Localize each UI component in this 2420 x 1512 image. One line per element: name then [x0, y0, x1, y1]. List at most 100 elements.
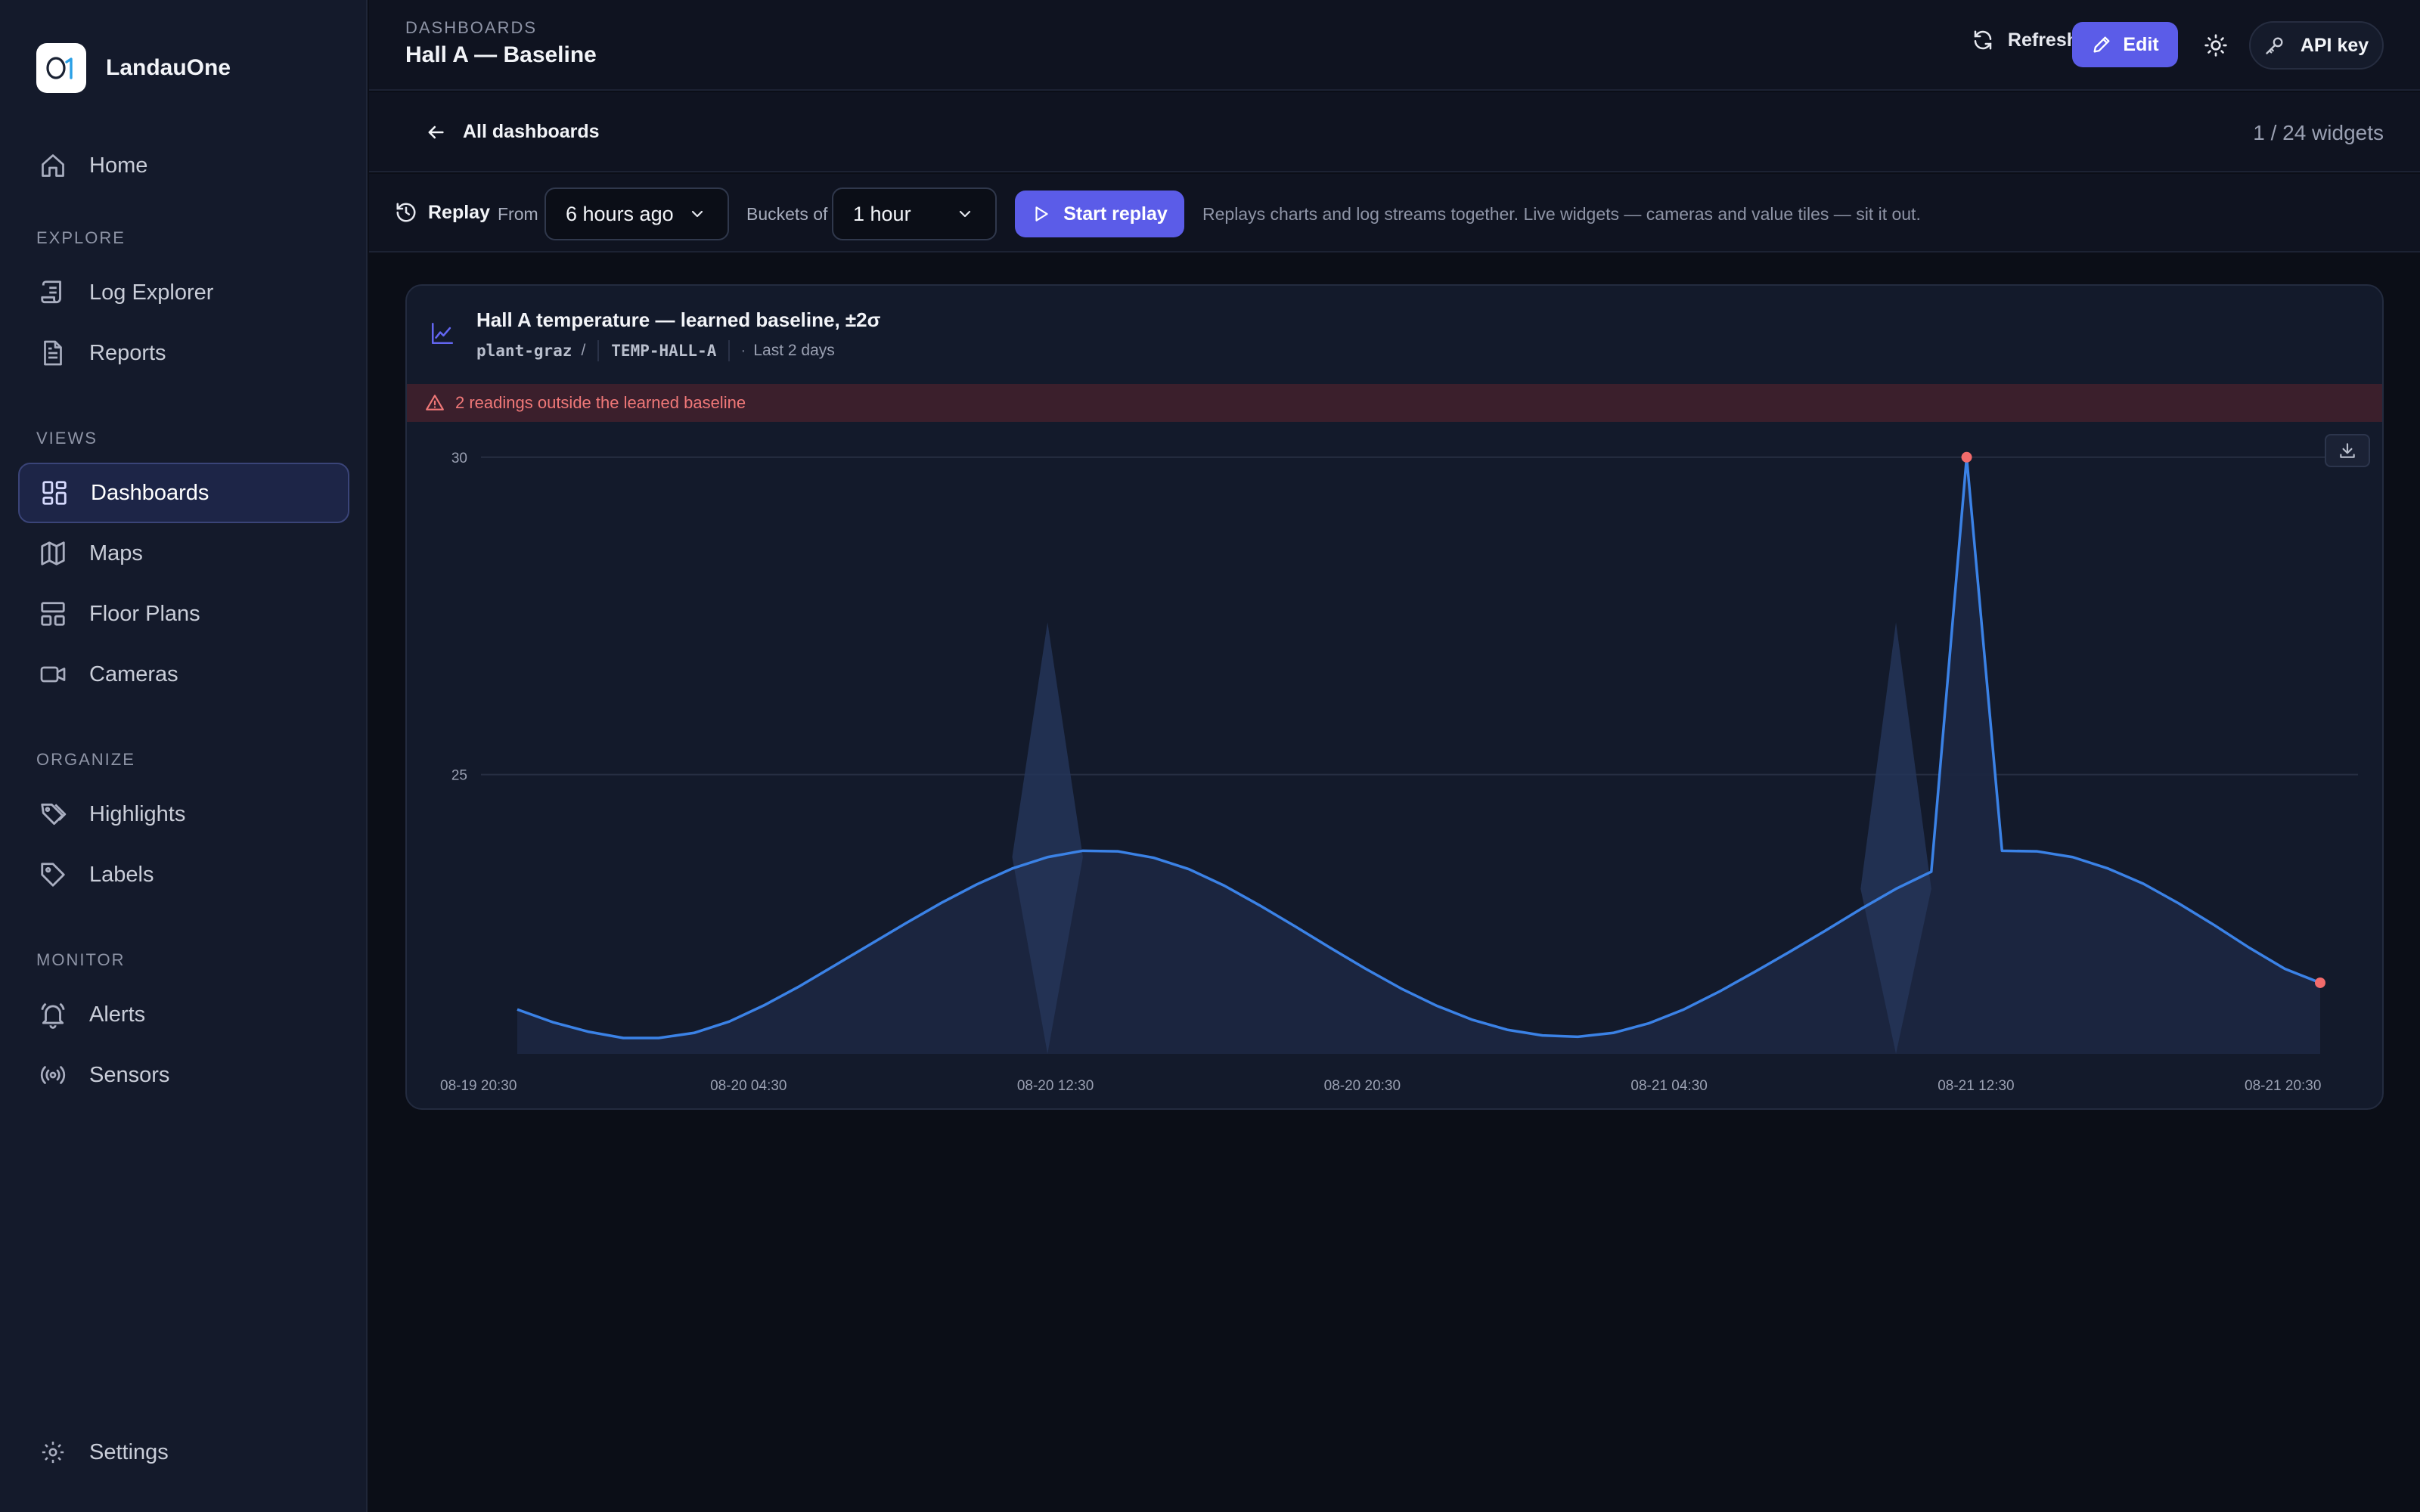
- sidebar-item-dashboards[interactable]: Dashboards: [18, 463, 349, 523]
- x-tick-label: 08-20 20:30: [1324, 1078, 1401, 1094]
- widget-title: Hall A temperature — learned baseline, ±…: [476, 308, 881, 331]
- chevron-down-icon: [959, 210, 971, 218]
- sidebar-item-label: Cameras: [89, 662, 178, 686]
- edit-label: Edit: [2123, 33, 2159, 55]
- sidebar-item-highlights[interactable]: Highlights: [18, 784, 349, 844]
- key-icon: [2266, 37, 2283, 54]
- warning-icon: [426, 395, 444, 411]
- dashboard-icon: [38, 476, 71, 510]
- sidebar-item-alerts[interactable]: Alerts: [18, 984, 349, 1045]
- report-icon: [36, 336, 70, 370]
- edit-button[interactable]: Edit: [2072, 22, 2178, 67]
- baseline-alert-text: 2 readings outside the learned baseline: [455, 393, 746, 412]
- anomaly-point: [1961, 451, 1972, 463]
- sidebar-item-label: Labels: [89, 862, 154, 887]
- replay-hint: Replays charts and log streams together.…: [1202, 204, 1921, 224]
- sidebar: LandauOne Home EXPLORE Log Explorer Repo…: [0, 0, 368, 1512]
- brand-name: LandauOne: [106, 55, 231, 80]
- x-tick-label: 08-21 12:30: [1938, 1078, 2014, 1094]
- refresh-button[interactable]: Refresh: [1972, 29, 2078, 51]
- home-icon: [36, 149, 70, 182]
- refresh-label: Refresh: [2007, 29, 2078, 51]
- widget-meta: plant-graz / TEMP-HALL-A · Last 2 days: [476, 340, 835, 361]
- replay-label-text: Replay: [428, 201, 490, 223]
- buckets-select-value: 1 hour: [853, 202, 911, 225]
- replay-label: Replay: [395, 201, 490, 224]
- sidebar-item-label: Floor Plans: [89, 601, 200, 626]
- gear-icon: [36, 1436, 70, 1469]
- play-icon: [1035, 206, 1048, 222]
- sidebar-item-label: Log Explorer: [89, 280, 214, 305]
- from-label: From: [498, 204, 538, 224]
- start-replay-label: Start replay: [1063, 203, 1168, 225]
- api-key-label: API key: [2300, 34, 2369, 56]
- x-tick-label: 08-19 20:30: [440, 1078, 517, 1094]
- sidebar-item-settings[interactable]: Settings: [18, 1422, 349, 1483]
- sidebar-item-home[interactable]: Home: [18, 135, 349, 196]
- sidebar-item-label: Home: [89, 153, 148, 178]
- widget-count: 1 / 24 widgets: [2253, 121, 2384, 144]
- y-tick-label: 30: [451, 451, 467, 466]
- pencil-icon: [2093, 36, 2110, 53]
- widget-source: plant-graz: [476, 342, 572, 360]
- sidebar-item-maps[interactable]: Maps: [18, 523, 349, 584]
- sidebar-item-sensors[interactable]: Sensors: [18, 1045, 349, 1105]
- sidebar-item-label: Settings: [89, 1439, 169, 1464]
- sensor-icon: [36, 1058, 70, 1092]
- sidebar-item-label: Reports: [89, 340, 166, 365]
- temperature-chart: 25 30 08-19 20:30 08-20 04:30 08-20 12:30 08-…: [440, 451, 2358, 1094]
- sidebar-item-labels[interactable]: Labels: [18, 844, 349, 905]
- tags-icon: [36, 798, 70, 831]
- start-replay-button[interactable]: Start replay: [1015, 191, 1184, 237]
- sidebar-item-floor-plans[interactable]: Floor Plans: [18, 584, 349, 644]
- sidebar-item-label: Alerts: [89, 1002, 146, 1027]
- from-select[interactable]: 6 hours ago: [544, 187, 729, 240]
- all-dashboards-link[interactable]: All dashboards: [425, 121, 600, 143]
- x-tick-label: 08-21 04:30: [1630, 1078, 1707, 1094]
- widget-range: Last 2 days: [753, 342, 835, 359]
- sidebar-item-log-explorer[interactable]: Log Explorer: [18, 262, 349, 323]
- widget-range-separator: ·: [740, 342, 746, 359]
- download-button[interactable]: [2325, 434, 2370, 467]
- replay-toolbar: Replay From 6 hours ago Buckets of 1 hou…: [369, 174, 2420, 253]
- x-tick-label: 08-21 20:30: [2245, 1078, 2321, 1094]
- sidebar-item-cameras[interactable]: Cameras: [18, 644, 349, 705]
- sidebar-item-label: Sensors: [89, 1062, 170, 1087]
- all-dashboards-label: All dashboards: [463, 121, 600, 142]
- sidebar-item-label: Dashboards: [91, 480, 209, 505]
- from-select-value: 6 hours ago: [566, 202, 674, 225]
- arrow-left-icon: [428, 125, 444, 138]
- sun-icon: [2204, 34, 2227, 57]
- top-header: DASHBOARDS Hall A — Baseline Refresh Edi…: [369, 0, 2420, 91]
- buckets-select[interactable]: 1 hour: [832, 187, 997, 240]
- api-key-button[interactable]: API key: [2249, 21, 2384, 70]
- brand-logo: [36, 43, 86, 93]
- baseline-alert: 2 readings outside the learned baseline: [407, 384, 2382, 422]
- section-label-explore: EXPLORE: [36, 228, 126, 247]
- brand[interactable]: LandauOne: [36, 43, 231, 93]
- breadcrumb[interactable]: DASHBOARDS: [405, 18, 537, 38]
- history-icon: [396, 203, 416, 222]
- refresh-icon: [1974, 30, 1992, 50]
- map-icon: [36, 537, 70, 570]
- sidebar-item-label: Maps: [89, 541, 143, 565]
- series-area: [517, 457, 2320, 1054]
- buckets-label: Buckets of: [746, 204, 828, 224]
- x-tick-label: 08-20 12:30: [1017, 1078, 1094, 1094]
- chart-widget-card: Hall A temperature — learned baseline, ±…: [405, 284, 2384, 1110]
- section-label-organize: ORGANIZE: [36, 750, 135, 769]
- download-icon: [2340, 443, 2355, 458]
- line-chart-icon: [430, 321, 455, 350]
- widget-tag: TEMP-HALL-A: [597, 340, 731, 361]
- bell-icon: [36, 998, 70, 1031]
- sidebar-item-reports[interactable]: Reports: [18, 323, 349, 383]
- chevron-down-icon: [691, 210, 703, 218]
- scroll-icon: [36, 276, 70, 309]
- anomaly-point: [2315, 977, 2325, 988]
- theme-toggle-button[interactable]: [2201, 30, 2231, 60]
- x-tick-label: 08-20 04:30: [710, 1078, 786, 1094]
- tag-icon: [36, 858, 70, 891]
- section-label-views: VIEWS: [36, 429, 98, 448]
- sidebar-item-label: Highlights: [89, 801, 186, 826]
- section-label-monitor: MONITOR: [36, 950, 126, 969]
